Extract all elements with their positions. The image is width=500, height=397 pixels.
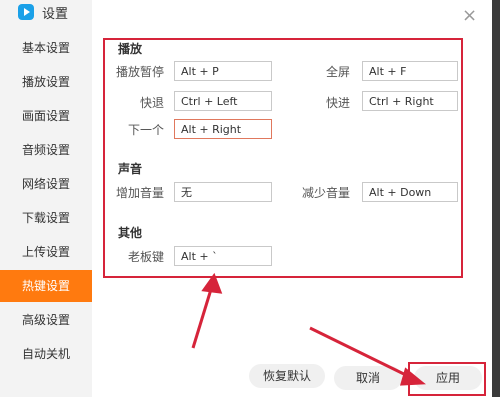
- annotation-arrows: [191, 272, 426, 386]
- arrow-head-panel: [201, 272, 223, 294]
- arrow-to-panel: [191, 285, 214, 349]
- arrow-head-apply: [399, 367, 426, 386]
- arrow-to-apply: [309, 326, 413, 380]
